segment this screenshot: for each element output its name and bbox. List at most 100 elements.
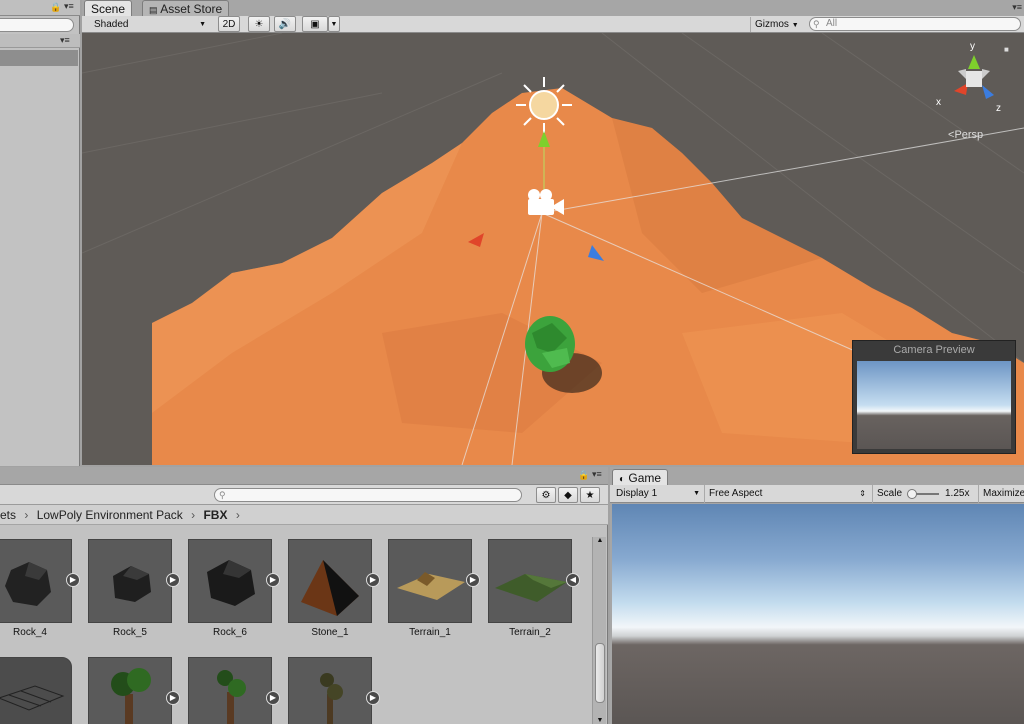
scene-toolbar: Shaded ▼ 2D ☀ 🔊 ▣ ▼ Gizmos ▼ ⚲ All (82, 16, 1024, 33)
lock-icon[interactable]: 🔒 (578, 470, 589, 481)
lock-icon[interactable]: ■ (1004, 45, 1009, 54)
project-panel: 🔒 ▾≡ ⚲ ⚙ ◆ ★ ets › LowPoly Environment P… (0, 467, 608, 724)
aspect-label: Free Aspect (709, 488, 763, 499)
effects-toggle-button[interactable]: ▣ (302, 16, 328, 32)
expand-rock5-button[interactable]: ▶ (166, 573, 180, 587)
asset-thumbnail-tree2[interactable] (188, 657, 272, 724)
rock-icon (5, 562, 51, 606)
image-icon: ▣ (310, 18, 320, 30)
lock-icon[interactable]: 🔒 (50, 2, 61, 13)
asset-thumbnail-rock6[interactable] (188, 539, 272, 623)
scale-label: Scale (877, 488, 903, 499)
scroll-up-arrow-icon[interactable]: ▲ (593, 537, 607, 544)
search-icon: ⚲ (219, 490, 226, 500)
audio-toggle-button[interactable]: 🔊 (274, 16, 296, 32)
terrain-icon (397, 572, 465, 600)
rock-icon (207, 560, 255, 606)
dropdown-arrow-icon: ▼ (791, 22, 799, 29)
aspect-dropdown[interactable]: Free Aspect ⇕ (704, 485, 868, 503)
asset-thumbnail-rock4[interactable] (0, 539, 72, 623)
breadcrumb-item[interactable]: LowPoly Environment Pack (37, 508, 183, 522)
scroll-down-arrow-icon[interactable]: ▼ (593, 717, 607, 724)
sun-icon: ☀ (254, 18, 264, 30)
rock-icon (113, 566, 151, 602)
orientation-gizmo[interactable]: y x z ■ (932, 41, 1012, 121)
project-toolbar: ⚲ ⚙ ◆ ★ (0, 485, 608, 505)
tab-asset-store-label: Asset Store (160, 2, 223, 16)
scroll-thumb[interactable] (595, 643, 605, 703)
asset-thumbnail-tree1[interactable] (88, 657, 172, 724)
expand-terrain1-button[interactable]: ▶ (466, 573, 480, 587)
collapse-terrain2-button[interactable]: ◀ (566, 573, 580, 587)
gizmos-dropdown[interactable]: Gizmos ▼ (750, 17, 804, 32)
asset-thumbnail-stone1[interactable] (288, 539, 372, 623)
directional-light-icon[interactable] (516, 77, 572, 133)
tab-asset-store[interactable]: ▤ Asset Store (142, 0, 230, 16)
tree-icon (320, 673, 343, 724)
stone-icon (301, 560, 359, 616)
persp-label[interactable]: <Persp (948, 129, 983, 141)
game-view[interactable] (612, 504, 1024, 724)
store-icon: ▤ (149, 5, 158, 15)
asset-thumbnail-tree3[interactable] (288, 657, 372, 724)
scale-slider-thumb[interactable] (907, 489, 917, 499)
shading-dropdown[interactable]: Shaded ▼ (86, 17, 208, 32)
expand-tree1-button[interactable]: ▶ (166, 691, 180, 705)
filter-icon: ⚙ (541, 489, 551, 501)
favorite-button[interactable]: ★ (580, 487, 600, 503)
lighting-toggle-button[interactable]: ☀ (248, 16, 270, 32)
2d-toggle-button[interactable]: 2D (218, 16, 240, 32)
breadcrumb-item-current[interactable]: FBX (203, 508, 227, 522)
asset-grid: ▶ Rock_4 ▶ Rock_5 ▶ Rock_6 ▶ Stone_1 ▶ T… (0, 525, 590, 724)
breadcrumb-item[interactable]: ets (0, 508, 16, 522)
dropdown-arrow-icon: ▼ (199, 21, 206, 28)
effects-dropdown-button[interactable]: ▼ (328, 16, 340, 32)
breadcrumb: ets › LowPoly Environment Pack › FBX › (0, 505, 608, 525)
breadcrumb-separator-icon: › (191, 508, 196, 522)
display-dropdown[interactable]: Display 1 ▼ (616, 485, 702, 503)
asset-thumbnail-rock5[interactable] (88, 539, 172, 623)
scene-view[interactable]: y x z ■ <Persp Camera Preview (82, 33, 1024, 465)
project-search-input[interactable]: ⚲ (214, 488, 522, 502)
star-icon: ★ (585, 489, 595, 501)
expand-tree2-button[interactable]: ▶ (266, 691, 280, 705)
asset-thumbnail-terrain2[interactable] (488, 539, 572, 623)
expand-tree3-button[interactable]: ▶ (366, 691, 380, 705)
scene-search-input[interactable]: ⚲ All (809, 17, 1021, 31)
display-label: Display 1 (616, 488, 658, 499)
tree-icon (111, 668, 151, 724)
hierarchy-subheader: ▾≡ (0, 34, 80, 48)
menu-icon[interactable]: ▾≡ (592, 469, 602, 480)
tab-game[interactable]: ◐ Game (612, 469, 669, 485)
tab-scene-label: Scene (91, 2, 126, 16)
asset-grid-scrollbar[interactable]: ▲ ▼ (592, 537, 606, 724)
menu-icon[interactable]: ▾≡ (1012, 2, 1022, 13)
expand-stone1-button[interactable]: ▶ (366, 573, 380, 587)
menu-icon[interactable]: ▾≡ (64, 1, 74, 12)
expand-rock6-button[interactable]: ▶ (266, 573, 280, 587)
project-header: 🔒 ▾≡ (0, 467, 608, 485)
filter-by-type-button[interactable]: ⚙ (536, 487, 556, 503)
game-controller-icon: ◐ (619, 474, 626, 485)
filter-by-label-button[interactable]: ◆ (558, 487, 578, 503)
speaker-icon: 🔊 (278, 18, 292, 30)
asset-thumbnail-mesh[interactable] (0, 657, 72, 724)
game-panel: ◐ Game Display 1 ▼ Free Aspect ⇕ Scale 1… (610, 467, 1024, 724)
asset-label: Rock_4 (13, 627, 47, 638)
axis-x-label: x (936, 97, 941, 108)
camera-preview-title: Camera Preview (893, 344, 975, 356)
asset-label: Terrain_1 (409, 627, 451, 638)
hierarchy-panel: 🔒 ▾≡ ▾≡ (0, 0, 80, 466)
menu-icon[interactable]: ▾≡ (60, 35, 70, 46)
tab-game-label: Game (628, 471, 662, 485)
scale-value: 1.25x (945, 488, 970, 499)
tag-icon: ◆ (564, 489, 572, 501)
hierarchy-selected-row[interactable] (0, 50, 78, 66)
tree-object[interactable] (525, 316, 575, 372)
tab-scene[interactable]: Scene (84, 0, 133, 16)
expand-rock4-button[interactable]: ▶ (66, 573, 80, 587)
tree-icon (217, 670, 246, 724)
hierarchy-search-input[interactable] (0, 18, 74, 32)
maximize-on-play-button[interactable]: Maximize (978, 485, 1024, 503)
asset-thumbnail-terrain1[interactable] (388, 539, 472, 623)
